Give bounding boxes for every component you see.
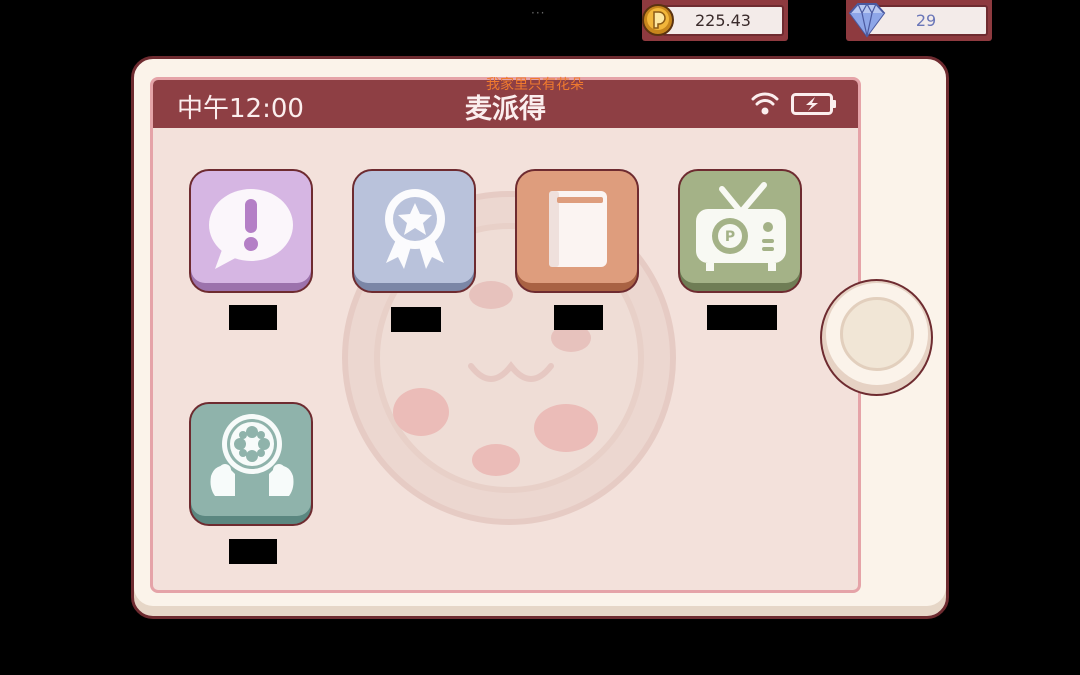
coin-counter: 225.43 xyxy=(642,0,788,41)
app-messages-label xyxy=(229,305,277,330)
app-book-label xyxy=(554,305,603,330)
svg-text:P: P xyxy=(725,229,735,245)
battery-charging-icon xyxy=(791,93,836,115)
diamond-icon xyxy=(848,2,886,38)
menu-dots[interactable]: ··· xyxy=(531,6,545,20)
home-button-core xyxy=(840,297,914,371)
home-button[interactable] xyxy=(820,279,933,396)
app-film-label xyxy=(229,539,277,564)
app-book[interactable] xyxy=(515,169,639,293)
coin-icon xyxy=(642,4,674,36)
pizza-tv-icon: P xyxy=(696,182,786,271)
app-pizza-tv[interactable]: P xyxy=(678,169,802,293)
game-screen: ··· 225.43 29 中午12:00 麦派得 我家里只有花朵 P xyxy=(0,0,1080,675)
award-badge-icon xyxy=(385,189,445,269)
app-pizza-tv-label xyxy=(707,305,777,330)
message-alert-icon xyxy=(209,189,293,269)
app-film[interactable] xyxy=(189,402,313,526)
wifi-icon xyxy=(751,92,779,115)
book-icon xyxy=(549,191,607,267)
notice-text: 我家里只有花朵 xyxy=(486,77,584,93)
gem-counter: 29 xyxy=(846,0,992,41)
coin-amount: 225.43 xyxy=(662,5,784,36)
app-messages[interactable] xyxy=(189,169,313,293)
app-achievements-label xyxy=(391,307,441,332)
app-achievements[interactable] xyxy=(352,169,476,293)
film-reel-icon xyxy=(210,414,294,496)
